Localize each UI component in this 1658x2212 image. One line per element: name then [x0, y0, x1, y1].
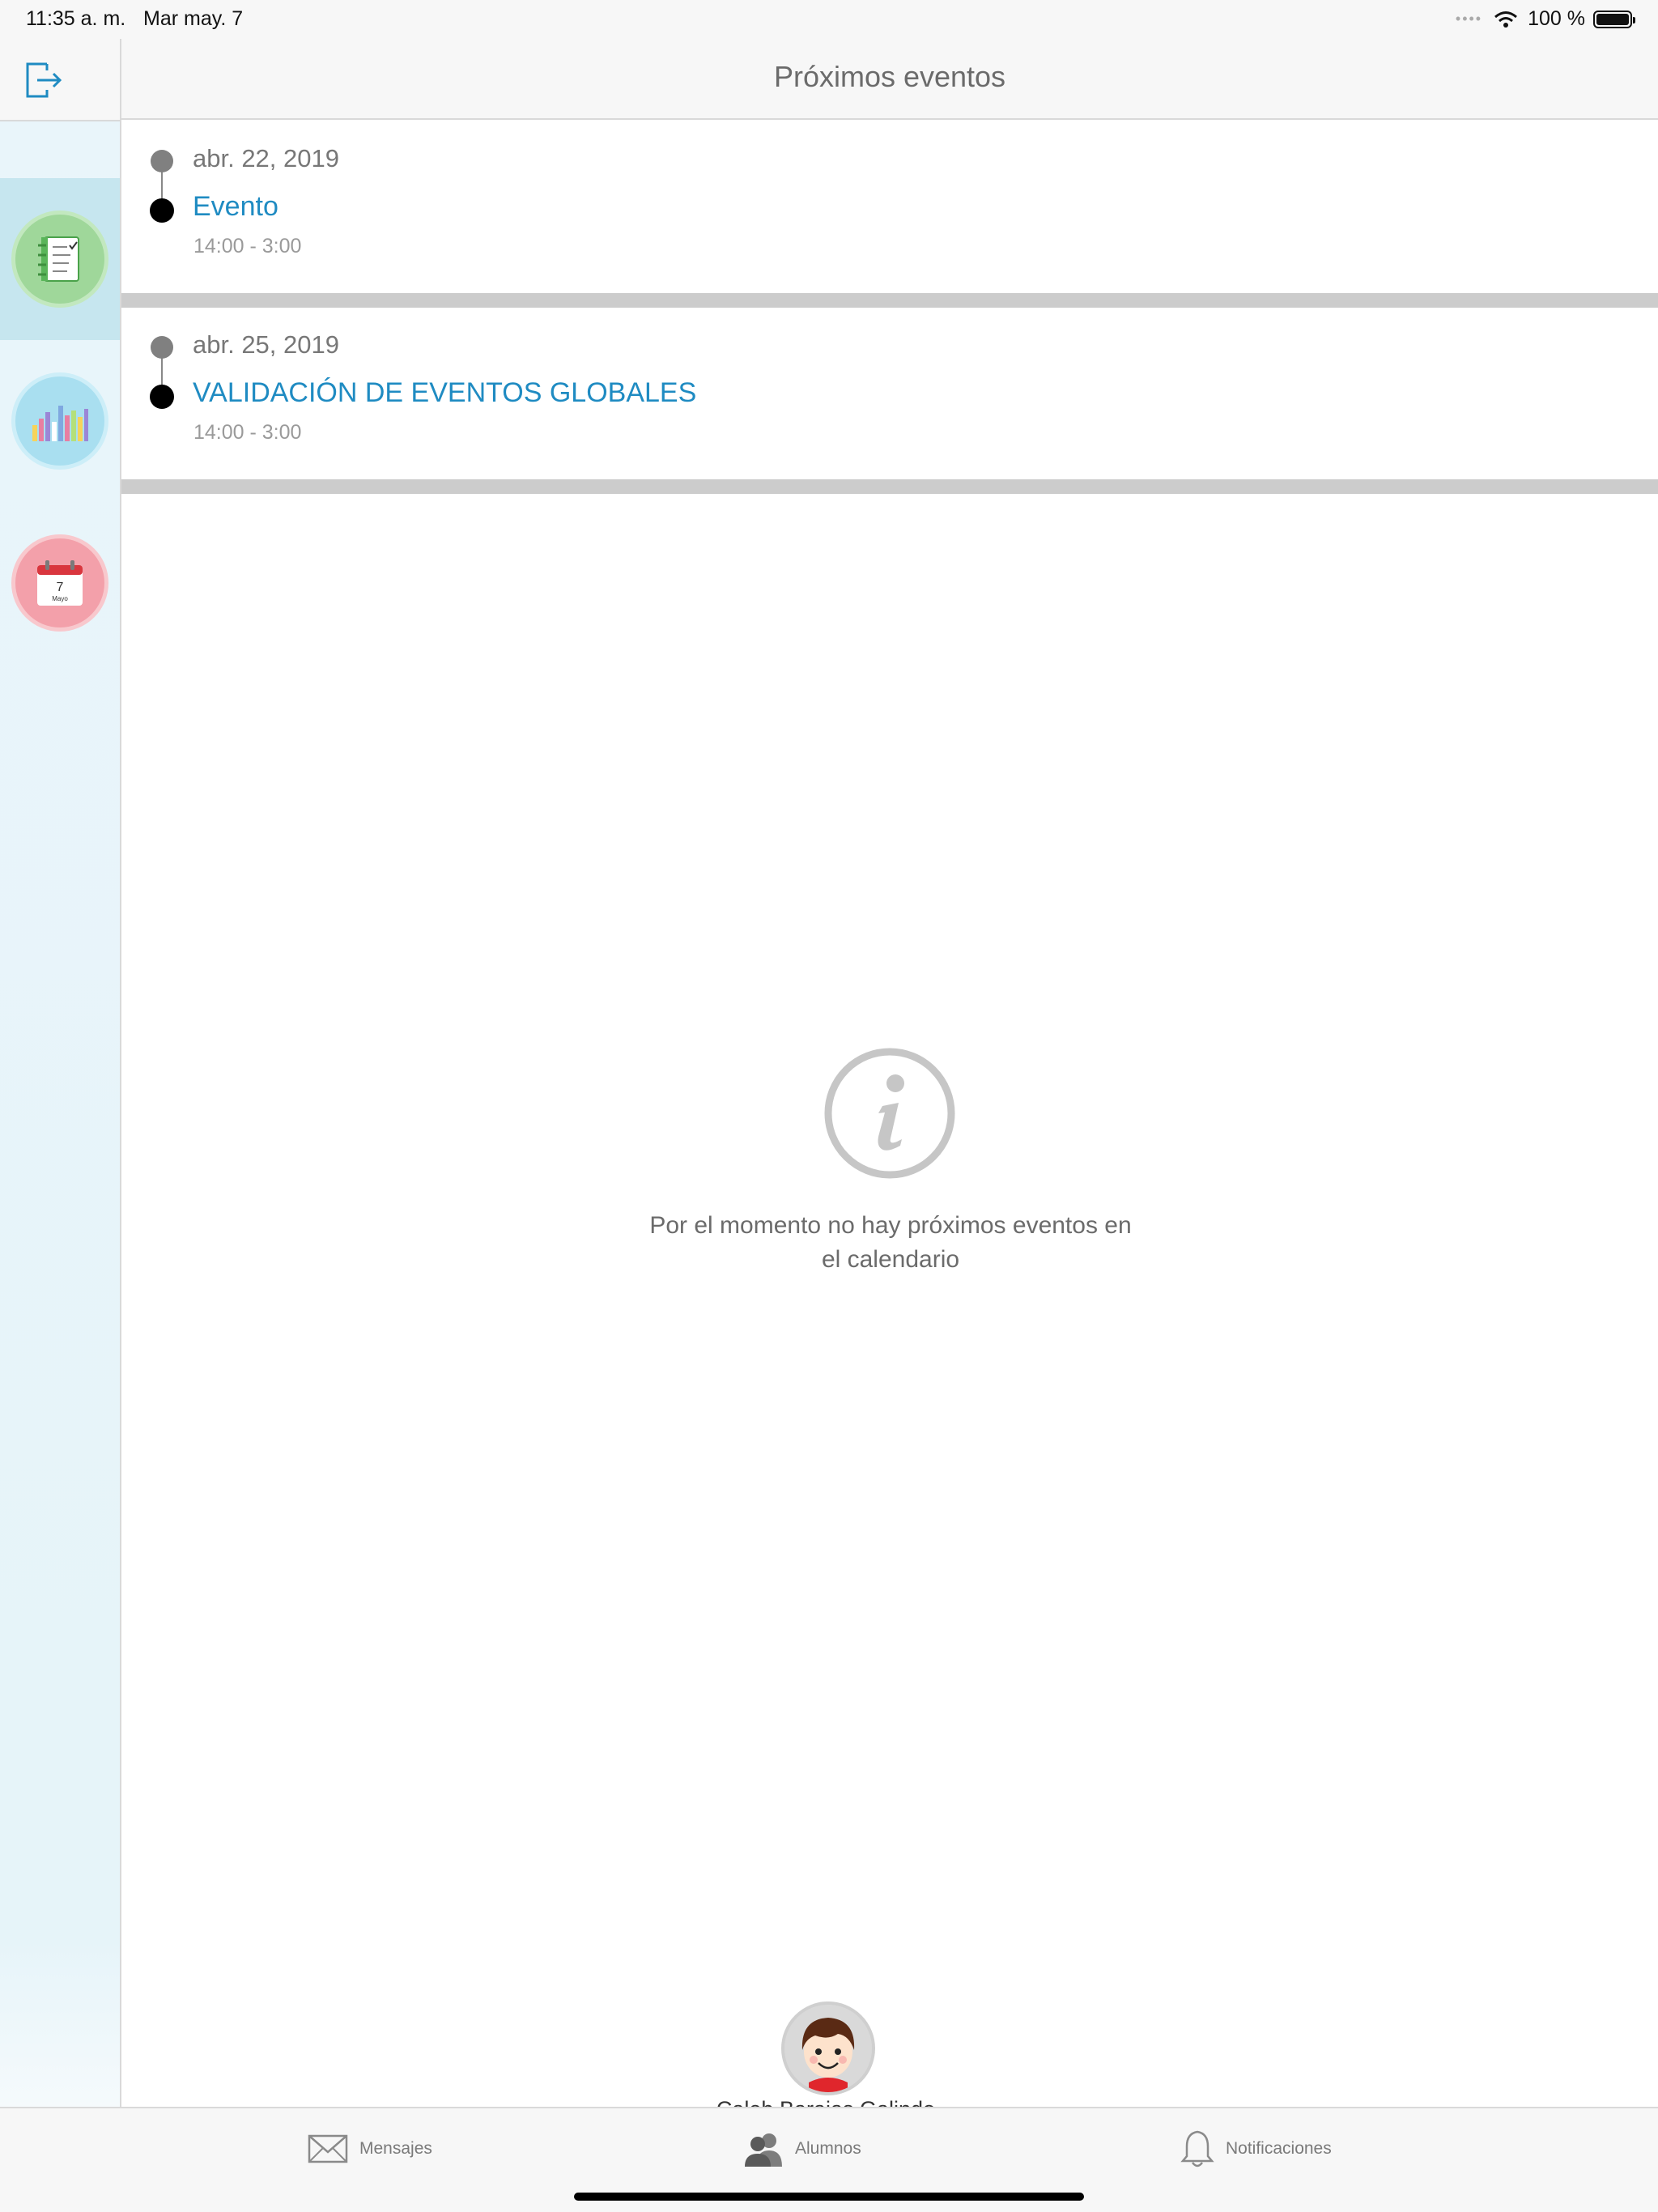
page-title: Próximos eventos: [773, 60, 1006, 93]
sidebar-item-calendar[interactable]: 7 Mayo: [0, 502, 120, 664]
logout-button[interactable]: [23, 59, 65, 101]
tab-notifications-label: Notificaciones: [1226, 2139, 1332, 2158]
date-dot-icon: [151, 150, 173, 172]
event-card[interactable]: abr. 25, 2019 VALIDACIÓN DE EVENTOS GLOB…: [121, 308, 1658, 479]
sidebar-item-stats[interactable]: [0, 340, 120, 502]
event-time: 14:00 - 3:00: [193, 421, 302, 444]
empty-state-message: Por el momento no hay próximos eventos e…: [607, 1209, 1174, 1277]
bar-chart-icon: [15, 376, 104, 466]
event-date: abr. 22, 2019: [193, 144, 339, 172]
calendar-icon: 7 Mayo: [15, 538, 104, 627]
battery-percent: 100 %: [1528, 7, 1585, 30]
nav-header: Próximos eventos: [121, 39, 1658, 120]
student-avatar[interactable]: [781, 2001, 875, 2095]
event-title[interactable]: VALIDACIÓN DE EVENTOS GLOBALES: [193, 377, 696, 409]
empty-state-line-1: Por el momento no hay próximos eventos e…: [649, 1212, 1132, 1239]
users-icon: [745, 2133, 782, 2167]
logout-icon: [26, 62, 62, 98]
girl-avatar-icon: [784, 2005, 872, 2092]
notebook-checklist-icon: [15, 215, 104, 304]
event-title[interactable]: Evento: [193, 191, 278, 223]
status-time: 11:35 a. m.: [26, 7, 126, 30]
tab-messages-label: Mensajes: [359, 2139, 432, 2158]
sidebar-header: [0, 39, 120, 121]
status-indicators: •••• 100 %: [1455, 7, 1635, 31]
tab-bar: Mensajes Alumnos Notificaciones: [0, 2107, 1658, 2212]
event-separator: [121, 479, 1658, 494]
student-name: Caleb Barajas Galindo: [567, 2095, 1085, 2107]
battery-icon: [1593, 10, 1635, 28]
sidebar-item-tasks[interactable]: [0, 178, 120, 340]
status-date: Mar may. 7: [143, 7, 244, 30]
event-dot-icon: [150, 198, 174, 223]
event-separator: [121, 293, 1658, 308]
tab-messages[interactable]: Mensajes: [308, 2108, 432, 2189]
calendar-day: 7: [57, 581, 64, 594]
calendar-month: Mayo: [52, 595, 68, 602]
bell-icon: [1180, 2130, 1214, 2167]
event-dot-icon: [150, 385, 174, 409]
empty-state-line-2: el calendario: [821, 1246, 960, 1273]
event-date: abr. 25, 2019: [193, 330, 339, 359]
event-time: 14:00 - 3:00: [193, 235, 302, 257]
info-icon: [824, 1048, 955, 1179]
date-dot-icon: [151, 336, 173, 359]
signal-icon: ••••: [1455, 11, 1483, 27]
event-card[interactable]: abr. 22, 2019 Evento 14:00 - 3:00: [121, 121, 1658, 293]
wifi-icon: [1494, 11, 1518, 28]
envelope-icon: [308, 2134, 348, 2163]
tab-students[interactable]: Alumnos: [743, 2108, 861, 2189]
tab-students-label: Alumnos: [795, 2139, 861, 2158]
sidebar: 7 Mayo: [0, 0, 121, 2107]
tab-notifications[interactable]: Notificaciones: [1180, 2108, 1332, 2189]
status-bar: 11:35 a. m. Mar may. 7 •••• 100 %: [0, 0, 1658, 39]
home-indicator[interactable]: [574, 2193, 1084, 2201]
